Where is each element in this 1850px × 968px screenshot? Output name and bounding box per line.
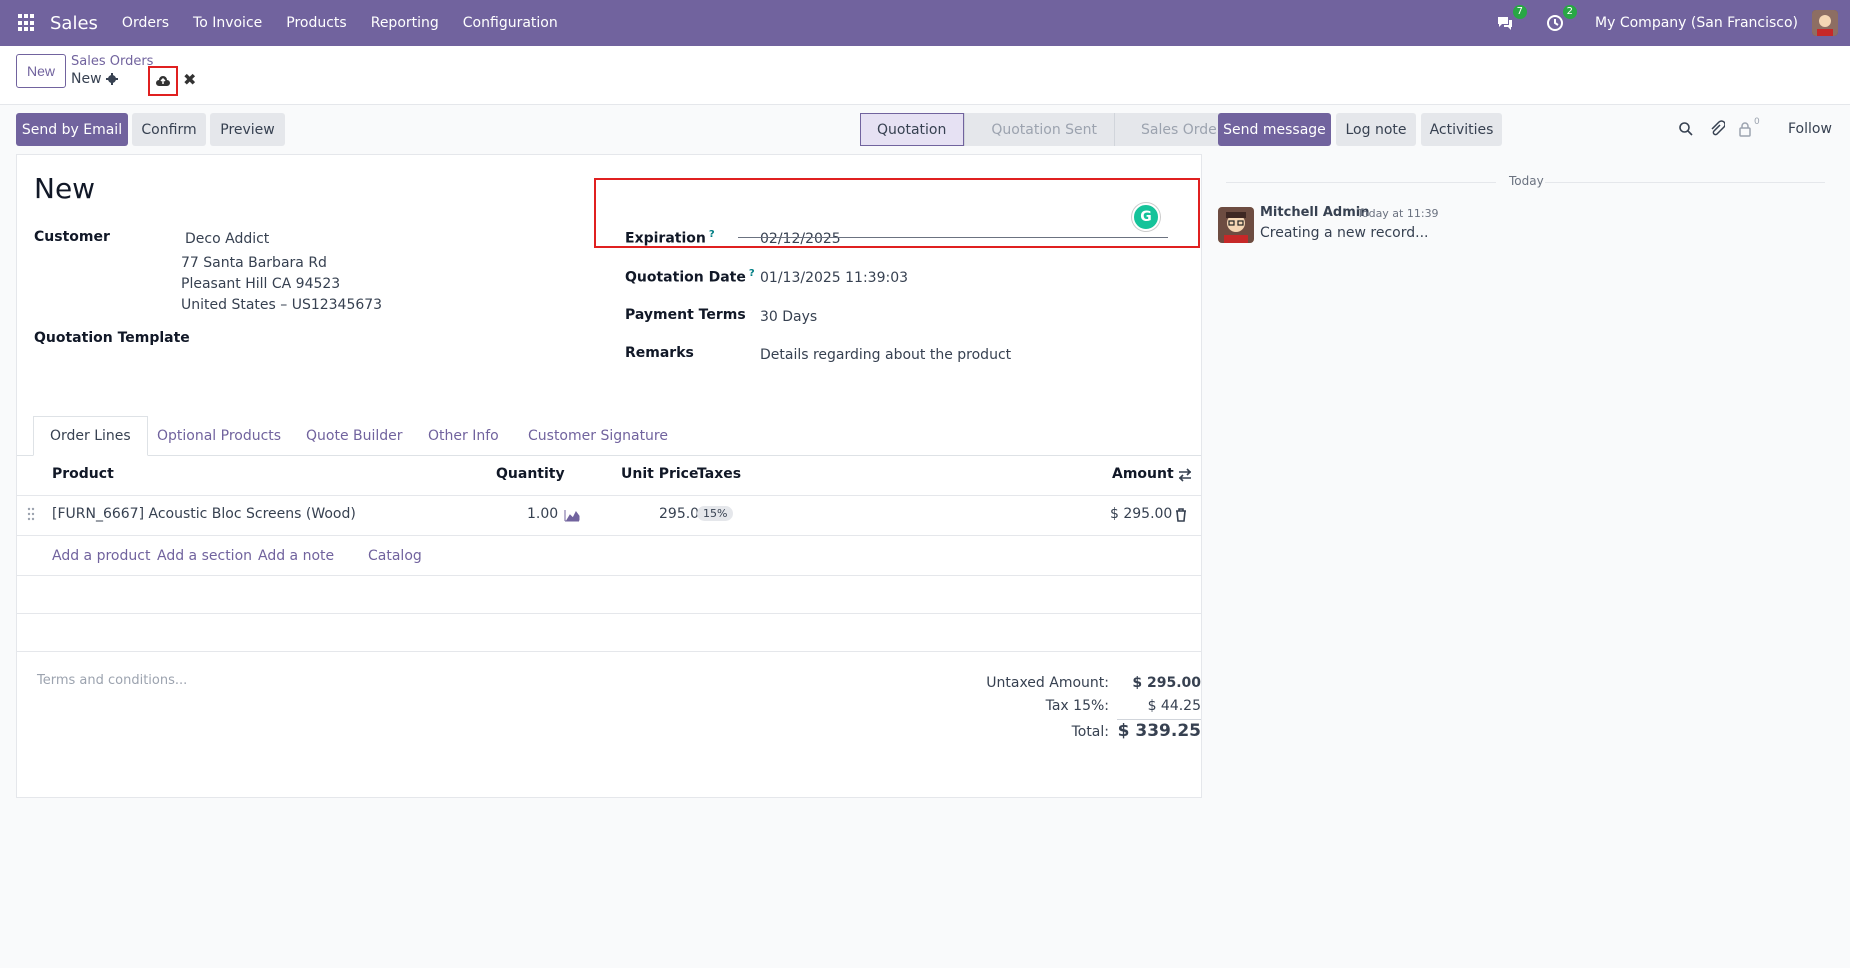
log-note-button[interactable]: Log note: [1336, 113, 1416, 146]
search-icon[interactable]: [1678, 121, 1694, 137]
messages-icon[interactable]: 7: [1495, 5, 1528, 33]
date-divider-label: Today: [1509, 174, 1544, 188]
message-timestamp: Today at 11:39: [1357, 207, 1439, 220]
app-name[interactable]: Sales: [50, 13, 98, 34]
add-section-link[interactable]: Add a section: [157, 548, 252, 564]
apps-grid-icon[interactable]: [18, 14, 36, 32]
line-quantity[interactable]: 1.00: [527, 506, 558, 522]
total-value: $ 339.25: [1117, 721, 1201, 741]
total-label: Total:: [1071, 724, 1109, 740]
quotation-date-label-text: Quotation Date: [625, 269, 746, 286]
tax-tag[interactable]: 15%: [697, 506, 734, 521]
control-panel: New Sales Orders New ✖: [0, 46, 1850, 105]
send-by-email-button[interactable]: Send by Email: [16, 113, 128, 146]
stage-quotation[interactable]: Quotation: [860, 113, 965, 146]
nav-products[interactable]: Products: [286, 15, 346, 31]
preview-button[interactable]: Preview: [210, 113, 285, 146]
quotation-date-label: Quotation Date?: [625, 268, 755, 286]
add-note-link[interactable]: Add a note: [258, 548, 334, 564]
forecast-chart-icon[interactable]: [564, 508, 580, 522]
activities-clock-icon[interactable]: 2: [1545, 5, 1578, 33]
tab-optional-products[interactable]: Optional Products: [157, 416, 281, 456]
remarks-field[interactable]: Details regarding about the product: [760, 347, 1011, 363]
confirm-button[interactable]: Confirm: [132, 113, 206, 146]
message-author[interactable]: Mitchell Admin: [1260, 205, 1369, 220]
col-unit-price[interactable]: Unit Price: [621, 466, 698, 482]
save-cloud-icon[interactable]: [148, 66, 178, 96]
discard-x-icon[interactable]: ✖: [183, 70, 196, 89]
activities-button[interactable]: Activities: [1421, 113, 1502, 146]
form-sheet: New Customer Deco Addict 77 Santa Barbar…: [16, 154, 1202, 798]
followers-count: 0: [1754, 117, 1760, 127]
message-author-avatar[interactable]: [1218, 207, 1254, 243]
column-settings-icon[interactable]: [1177, 467, 1193, 483]
untaxed-amount-value: $ 295.00: [1132, 675, 1201, 691]
tab-customer-signature[interactable]: Customer Signature: [528, 416, 668, 456]
row-divider: [17, 575, 1201, 576]
nav-configuration[interactable]: Configuration: [463, 15, 558, 31]
followers-lock-icon[interactable]: [1738, 121, 1752, 137]
col-quantity[interactable]: Quantity: [496, 466, 565, 482]
company-switcher[interactable]: My Company (San Francisco): [1595, 15, 1798, 31]
delete-trash-icon[interactable]: [1174, 507, 1188, 522]
user-avatar[interactable]: [1812, 10, 1838, 36]
breadcrumb-sales-orders[interactable]: Sales Orders: [71, 54, 153, 69]
payment-terms-label: Payment Terms: [625, 307, 746, 323]
col-taxes[interactable]: Taxes: [697, 466, 741, 482]
customer-field[interactable]: Deco Addict: [185, 231, 269, 247]
terms-and-conditions-field[interactable]: Terms and conditions...: [37, 673, 187, 688]
send-message-button[interactable]: Send message: [1218, 113, 1331, 146]
untaxed-amount-label: Untaxed Amount:: [986, 675, 1109, 691]
nav-orders[interactable]: Orders: [122, 15, 169, 31]
messages-badge: 7: [1512, 5, 1528, 19]
stage-quotation-sent[interactable]: Quotation Sent: [964, 113, 1114, 146]
tab-order-lines[interactable]: Order Lines: [33, 416, 148, 456]
breadcrumb-current: New: [71, 71, 118, 87]
drag-handle-icon[interactable]: [26, 507, 36, 521]
address-line-1: 77 Santa Barbara Rd: [181, 255, 327, 271]
address-line-2: Pleasant Hill CA 94523: [181, 276, 341, 292]
col-product[interactable]: Product: [52, 466, 114, 482]
row-divider: [17, 535, 1201, 536]
notebook-tabs: Order Lines Optional Products Quote Buil…: [17, 416, 1201, 456]
gear-icon[interactable]: [105, 73, 118, 85]
new-button[interactable]: New: [16, 54, 66, 88]
line-amount: $ 295.00: [1110, 506, 1173, 522]
customer-label: Customer: [34, 229, 110, 245]
status-bar: Quotation Quotation Sent Sales Order: [860, 113, 1240, 146]
remarks-label: Remarks: [625, 345, 694, 361]
address-line-3: United States – US12345673: [181, 297, 383, 313]
paperclip-icon[interactable]: [1709, 120, 1725, 138]
totals-divider: [1117, 719, 1201, 720]
nav-to-invoice[interactable]: To Invoice: [193, 15, 262, 31]
row-divider: [17, 651, 1201, 652]
remarks-underline: [738, 237, 1168, 238]
help-mark[interactable]: ?: [749, 268, 755, 279]
row-divider: [17, 613, 1201, 614]
row-divider: [17, 495, 1201, 496]
line-product[interactable]: [FURN_6667] Acoustic Bloc Screens (Wood): [52, 506, 356, 522]
grammarly-g-icon[interactable]: G: [1132, 203, 1160, 231]
date-divider-left: [1226, 182, 1496, 183]
record-title[interactable]: New: [34, 172, 95, 205]
catalog-link[interactable]: Catalog: [368, 548, 422, 564]
col-amount[interactable]: Amount: [1112, 466, 1174, 482]
tax-label: Tax 15%:: [1045, 698, 1109, 714]
top-navbar: Sales Orders To Invoice Products Reporti…: [0, 0, 1850, 46]
message-body: Creating a new record...: [1260, 225, 1429, 241]
activities-badge: 2: [1562, 5, 1578, 19]
quotation-date-field[interactable]: 01/13/2025 11:39:03: [760, 270, 908, 286]
follow-button[interactable]: Follow: [1788, 121, 1832, 137]
tax-value: $ 44.25: [1147, 698, 1201, 714]
tab-other-info[interactable]: Other Info: [428, 416, 499, 456]
payment-terms-field[interactable]: 30 Days: [760, 309, 817, 325]
breadcrumb-current-label: New: [71, 71, 102, 87]
add-product-link[interactable]: Add a product: [52, 548, 150, 564]
quotation-template-label: Quotation Template: [34, 330, 190, 346]
date-divider-right: [1545, 182, 1825, 183]
tab-quote-builder[interactable]: Quote Builder: [306, 416, 403, 456]
nav-reporting[interactable]: Reporting: [371, 15, 439, 31]
